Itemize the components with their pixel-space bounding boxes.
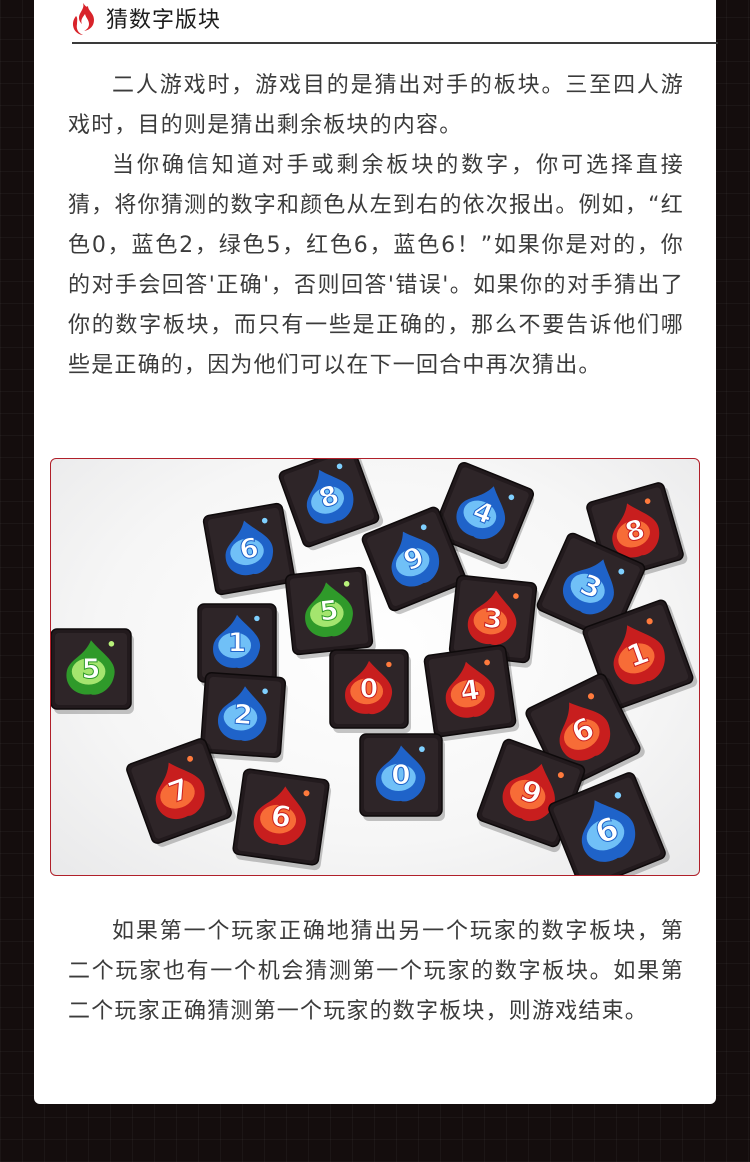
number-tile: 5 (284, 566, 376, 660)
number-tile: 0 (329, 649, 411, 733)
number-tile: 4 (423, 644, 520, 742)
flame-icon (72, 3, 94, 35)
number-tile: 6 (232, 768, 332, 871)
tile-number: 5 (318, 595, 340, 628)
number-tile: 0 (359, 733, 445, 821)
tile-number: 1 (228, 628, 246, 659)
section-header: 猜数字版块 (70, 3, 718, 44)
content-card: 猜数字版块 二人游戏时，游戏目的是猜出对手的板块。三至四人游戏时，目的则是猜出剩… (34, 0, 718, 1104)
tile-number: 0 (391, 758, 410, 791)
tile-number: 5 (82, 654, 101, 685)
tile-number: 3 (482, 603, 504, 636)
paragraph: 二人游戏时，游戏目的是猜出对手的板块。三至四人游戏时，目的则是猜出剩余板块的内容… (68, 73, 684, 138)
number-tile: 5 (51, 628, 134, 714)
tiles-illustration: 8 486 935 315 10 42 67 0 96 6 (51, 459, 698, 875)
section-title: 猜数字版块 (106, 8, 222, 33)
game-tiles-photo: 84869353151042670966 (50, 458, 700, 876)
tile-number: 0 (360, 674, 378, 705)
ending-text: 如果第一个玩家正确地猜出另一个玩家的数字板块，第二个玩家也有一个机会猜测第一个玩… (68, 912, 684, 1032)
header-divider (72, 42, 718, 44)
number-tile: 2 (199, 671, 288, 763)
tile-number: 2 (232, 699, 253, 731)
paragraph: 当你确信知道对手或剩余板块的数字，你可选择直接猜，将你猜测的数字和颜色从左到右的… (68, 153, 684, 378)
number-tile: 6 (202, 502, 299, 599)
intro-text: 二人游戏时，游戏目的是猜出对手的板块。三至四人游戏时，目的则是猜出剩余板块的内容… (68, 66, 684, 386)
paragraph: 如果第一个玩家正确地猜出另一个玩家的数字板块，第二个玩家也有一个机会猜测第一个玩… (68, 919, 684, 1024)
